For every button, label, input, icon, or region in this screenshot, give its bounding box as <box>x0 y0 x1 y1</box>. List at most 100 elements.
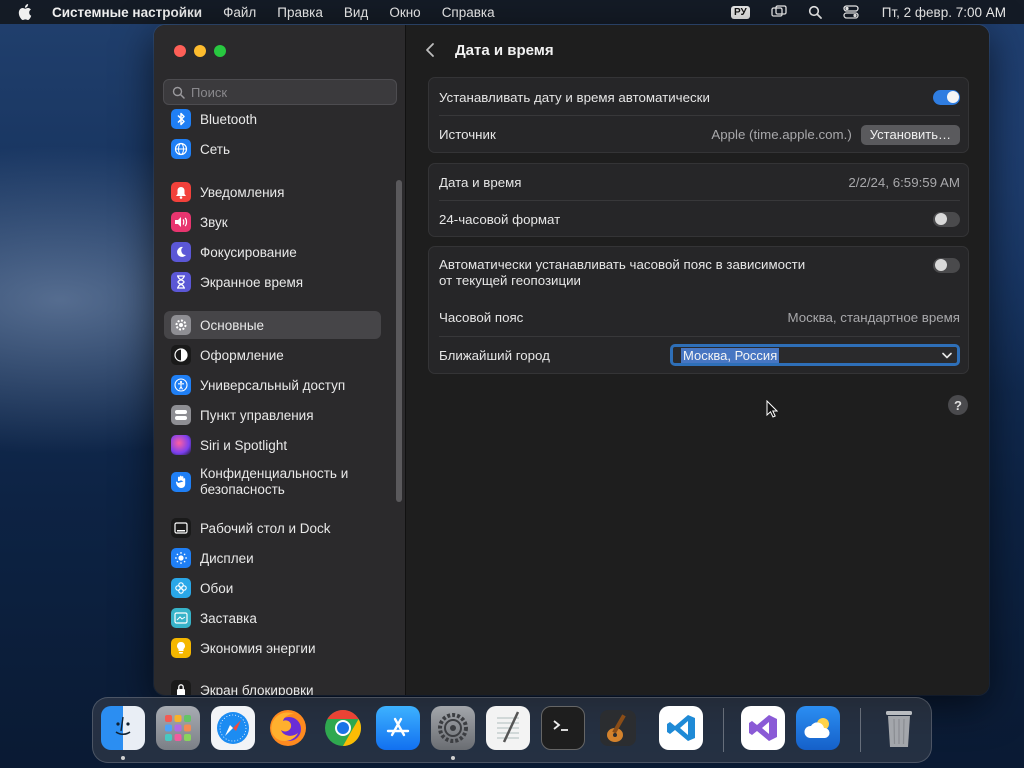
sidebar-item-label: Обои <box>200 580 234 596</box>
nearest-city-select[interactable]: Москва, Россия <box>670 344 960 366</box>
sidebar-item-label: Заставка <box>200 610 257 626</box>
sidebar-item-label: Экранное время <box>200 274 304 290</box>
timezone-label: Часовой пояс <box>439 310 524 325</box>
chrome-icon[interactable] <box>321 706 365 750</box>
search-input[interactable] <box>191 84 381 100</box>
sidebar-item-appearance[interactable]: Оформление <box>164 341 381 369</box>
screen-mirroring-icon[interactable] <box>770 4 788 20</box>
set-source-button[interactable]: Установить… <box>860 124 960 145</box>
timezone-value: Москва, стандартное время <box>787 310 960 325</box>
close-window-button[interactable] <box>174 45 186 57</box>
format24-toggle[interactable] <box>933 211 960 227</box>
sidebar-item-displays[interactable]: Дисплеи <box>164 544 381 572</box>
menu-view[interactable]: Вид <box>344 5 368 20</box>
menubar-clock[interactable]: Пт, 2 февр. 7:00 AM <box>882 5 1006 20</box>
weather-icon[interactable] <box>796 706 840 750</box>
sidebar-item-network[interactable]: Сеть <box>164 135 381 163</box>
content-header: Дата и время <box>407 25 989 75</box>
finder-icon[interactable] <box>101 706 145 750</box>
spotlight-search-icon[interactable] <box>806 4 824 20</box>
launchpad-icon[interactable] <box>156 706 200 750</box>
siri-icon <box>171 435 191 455</box>
control-center-icon <box>171 405 191 425</box>
sun-icon <box>171 548 191 568</box>
sidebar-item-label: Фокусирование <box>200 244 297 260</box>
page-title: Дата и время <box>455 41 554 59</box>
sidebar-item-focus[interactable]: Фокусирование <box>164 238 381 266</box>
sidebar-item-sound[interactable]: Звук <box>164 208 381 236</box>
date-time-label: Дата и время <box>439 175 522 190</box>
sidebar-item-lock-screen[interactable]: Экран блокировки <box>164 676 381 695</box>
terminal-icon[interactable] <box>541 706 585 750</box>
help-button[interactable]: ? <box>948 395 968 415</box>
date-time-value[interactable]: 2/2/24, 6:59:59 AM <box>848 175 960 190</box>
minimize-window-button[interactable] <box>194 45 206 57</box>
safari-icon[interactable] <box>211 706 255 750</box>
garageband-icon[interactable] <box>596 706 640 750</box>
timezone-group: Автоматически устанавливать часовой пояс… <box>428 246 969 374</box>
dock-separator <box>723 708 724 752</box>
bulb-icon <box>171 638 191 658</box>
lock-icon <box>171 680 191 695</box>
sidebar-item-privacy[interactable]: Конфиденциальность и безопасность <box>164 461 381 503</box>
settings-running-indicator <box>451 756 455 760</box>
system-settings-window: Bluetooth Сеть Уведомления Звук <box>154 25 989 695</box>
firefox-icon[interactable] <box>266 706 310 750</box>
app-store-icon[interactable] <box>376 706 420 750</box>
gear-icon <box>171 315 191 335</box>
sidebar-item-screen-time[interactable]: Экранное время <box>164 268 381 296</box>
auto-timezone-label-line1: Автоматически устанавливать часовой пояс… <box>439 257 806 272</box>
menu-window[interactable]: Окно <box>389 5 420 20</box>
mouse-cursor-icon <box>766 399 779 418</box>
maximize-window-button[interactable] <box>214 45 226 57</box>
sidebar-item-control-center[interactable]: Пункт управления <box>164 401 381 429</box>
sidebar-item-desktop-dock[interactable]: Рабочий стол и Dock <box>164 514 381 542</box>
date-time-group: Дата и время 2/2/24, 6:59:59 AM 24-часов… <box>428 163 969 237</box>
apple-menu-icon[interactable] <box>18 4 32 20</box>
input-language-indicator[interactable]: РУ <box>731 5 750 19</box>
menu-edit[interactable]: Правка <box>277 5 323 20</box>
sidebar-item-notifications[interactable]: Уведомления <box>164 178 381 206</box>
auto-timezone-label-line2: от текущей геопозиции <box>439 273 581 288</box>
auto-timezone-row: Автоматически устанавливать часовой пояс… <box>429 247 970 299</box>
menu-help[interactable]: Справка <box>442 5 495 20</box>
system-settings-icon[interactable] <box>431 706 475 750</box>
menu-app-name[interactable]: Системные настройки <box>52 5 202 20</box>
sidebar-search <box>163 79 397 105</box>
settings-content: Дата и время Устанавливать дату и время … <box>407 25 989 695</box>
sidebar-item-bluetooth[interactable]: Bluetooth <box>164 109 381 133</box>
moon-icon <box>171 242 191 262</box>
sidebar-item-wallpaper[interactable]: Обои <box>164 574 381 602</box>
sidebar-item-label: Основные <box>200 317 265 333</box>
sidebar-item-energy[interactable]: Экономия энергии <box>164 634 381 662</box>
auto-timezone-toggle[interactable] <box>933 257 960 273</box>
hand-icon <box>171 472 191 492</box>
sidebar-item-siri[interactable]: Siri и Spotlight <box>164 431 381 459</box>
sidebar-item-accessibility[interactable]: Универсальный доступ <box>164 371 381 399</box>
window-controls <box>174 45 226 57</box>
textedit-icon[interactable] <box>486 706 530 750</box>
globe-icon <box>171 139 191 159</box>
sidebar-item-general[interactable]: Основные <box>164 311 381 339</box>
chevron-down-icon[interactable] <box>941 349 953 361</box>
sidebar-scrollbar[interactable] <box>396 180 402 502</box>
menu-file[interactable]: Файл <box>223 5 256 20</box>
dock-separator <box>860 708 861 752</box>
control-center-icon[interactable] <box>842 4 860 20</box>
source-label: Источник <box>439 127 496 142</box>
sidebar-item-label: Экономия энергии <box>200 640 316 656</box>
sidebar-item-label: Рабочий стол и Dock <box>200 520 331 536</box>
format24-row: 24-часовой формат <box>429 201 970 237</box>
trash-icon[interactable] <box>877 706 921 750</box>
visual-studio-icon[interactable] <box>741 706 785 750</box>
vscode-icon[interactable] <box>659 706 703 750</box>
sidebar-item-screensaver[interactable]: Заставка <box>164 604 381 632</box>
auto-set-toggle[interactable] <box>933 89 960 105</box>
screensaver-icon <box>171 608 191 628</box>
back-chevron-icon[interactable] <box>425 42 439 58</box>
speaker-icon <box>171 212 191 232</box>
sidebar-item-label: Дисплеи <box>200 550 254 566</box>
hourglass-icon <box>171 272 191 292</box>
sidebar-item-label: Экран блокировки <box>200 682 314 696</box>
nearest-city-value[interactable]: Москва, Россия <box>681 347 780 363</box>
